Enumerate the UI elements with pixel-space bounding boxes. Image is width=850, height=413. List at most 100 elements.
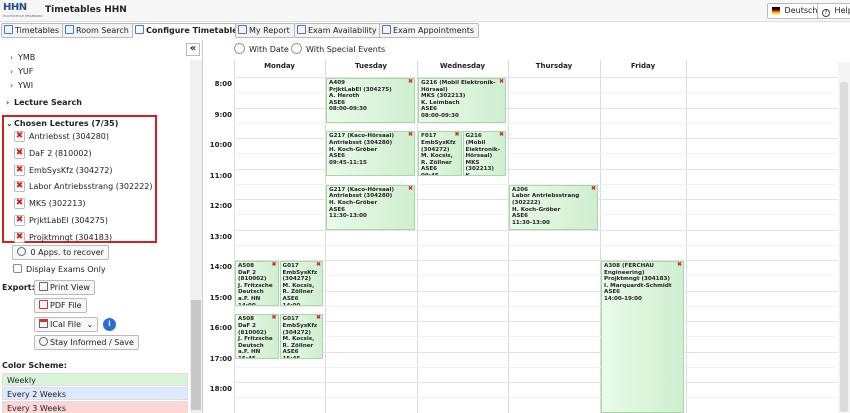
hour-label: 12:00 (209, 202, 232, 210)
timetable-event[interactable]: G017 EmbSysKfz (304272) M. Kocsis, R. Zö… (279, 261, 323, 306)
hour-label: 17:00 (209, 354, 232, 363)
timetable-event[interactable]: G017 EmbSysKfz (304272) M. Kocsis, R. Zö… (279, 314, 323, 360)
close-icon[interactable]: ✖ (408, 79, 413, 86)
remove-lecture-button[interactable]: ✖ (14, 215, 25, 226)
chosen-lectures-toggle[interactable]: ⌄Chosen Lectures (7/35) (6, 119, 118, 128)
close-icon[interactable]: ✖ (316, 315, 321, 322)
chosen-lecture-label: EmbSysKfz (304272) (29, 165, 113, 175)
radio-icon (291, 43, 302, 54)
hour-line (234, 382, 837, 383)
timetable-event[interactable]: A508 DaF 2 (810002) J. Fritzsche Deutsch… (235, 261, 279, 306)
stay-informed-label: Stay Informed / Save (50, 338, 134, 347)
half-hour-line (234, 244, 837, 246)
help-button[interactable]: ? Help (817, 3, 850, 19)
close-icon[interactable]: ✖ (454, 132, 459, 139)
search-icon (65, 25, 74, 34)
timetable-event[interactable]: G216 (Mobil Elektronik-Hörsaal) MKS (302… (418, 78, 506, 123)
remove-lecture-button[interactable]: ✖ (14, 181, 25, 193)
tab-my-report[interactable]: My Report (235, 23, 295, 38)
chosen-lecture-item: ✖ PrjktLabEl (304275) (14, 214, 108, 228)
day-divider (686, 60, 687, 413)
hour-line (234, 290, 837, 292)
timetable-event[interactable]: A206 Labor Antriebsstrang (302222) H. Ko… (509, 184, 598, 230)
remove-lecture-button[interactable]: ✖ (14, 147, 25, 159)
chosen-lecture-label: Antriebsst (304280) (29, 132, 109, 141)
event-text: G216 (Mobil Elektronik-Hörsaal) MKS (302… (421, 80, 496, 119)
ical-info-button[interactable]: i (103, 318, 116, 331)
day-divider (234, 60, 235, 413)
close-icon[interactable]: ✖ (499, 132, 504, 139)
pdf-file-button[interactable]: PDF File (34, 298, 87, 313)
print-view-button[interactable]: Print View (34, 280, 95, 295)
remove-lecture-button[interactable]: ✖ (14, 231, 25, 243)
collapse-sidebar-button[interactable]: « (186, 43, 200, 56)
with-date-toggle[interactable]: With Date (234, 43, 289, 54)
event-text: G216 (Mobil Elektronik-Hörsaal) MKS (302… (465, 133, 500, 177)
info-icon: i (108, 320, 111, 328)
day-header-monday: Monday (264, 62, 295, 70)
half-hour-line (234, 366, 837, 368)
timetable-event[interactable]: G216 (Mobil Elektronik-Hörsaal) MKS (302… (462, 131, 506, 177)
close-icon[interactable]: ✖ (271, 315, 276, 322)
with-special-events-toggle[interactable]: With Special Events (291, 43, 385, 54)
day-header-thursday: Thursday (535, 62, 573, 70)
lecture-search-label: Lecture Search (14, 98, 82, 107)
close-icon[interactable]: ✖ (591, 186, 596, 193)
close-icon[interactable]: ✖ (271, 262, 276, 269)
calendar-icon (4, 25, 13, 34)
close-icon[interactable]: ✖ (408, 186, 413, 193)
tab-exam-appointments[interactable]: Exam Appointments (379, 23, 480, 38)
remove-lecture-button[interactable]: ✖ (14, 131, 25, 142)
lecture-search-toggle[interactable]: › Lecture Search (6, 98, 82, 107)
flag-icon (772, 7, 780, 14)
timetable-grid: Monday Tuesday Wednesday Thursday Friday 8:00… (204, 60, 837, 413)
tab-configure-timetable[interactable]: Configure Timetable (132, 23, 243, 38)
print-icon (39, 282, 48, 291)
timetable-scroll-thumb[interactable] (840, 82, 848, 412)
tree-item-ywi[interactable]: › YWI (10, 81, 33, 90)
timetable-scrollbar[interactable] (838, 62, 850, 413)
tab-label: My Report (249, 26, 290, 35)
close-icon[interactable]: ✖ (408, 132, 413, 139)
ical-file-button[interactable]: ICal File ⌄ (34, 317, 99, 332)
subscribe-icon (39, 337, 48, 346)
hour-label: 18:00 (209, 385, 232, 393)
timetable-event[interactable]: G217 (Kaco-Hörsaal) Antriebsst (304280) … (326, 131, 415, 177)
hour-line (234, 107, 837, 109)
timetable-event[interactable]: A508 DaF 2 (810002) J. Fritzsche Deutsch… (235, 314, 279, 360)
timetable-event[interactable]: A308 (FERCHAU Engineering) Projktmngt (3… (601, 261, 684, 413)
hour-line (234, 321, 837, 322)
tree-item-yuf[interactable]: › YUF (10, 67, 33, 76)
hour-line (234, 77, 837, 78)
stay-informed-button[interactable]: Stay Informed / Save (34, 335, 139, 350)
tab-timetables[interactable]: Timetables (1, 23, 65, 38)
close-icon[interactable]: ✖ (499, 79, 504, 86)
hour-label: 11:00 (209, 171, 232, 180)
chosen-lecture-label: DaF 2 (810002) (29, 148, 92, 158)
remove-lecture-button[interactable]: ✖ (14, 164, 25, 176)
half-hour-line (234, 336, 837, 338)
display-exams-checkbox[interactable]: Display Exams Only (13, 264, 106, 274)
chosen-lecture-item: ✖ Antriebsst (304280) (14, 130, 109, 144)
timetable-event[interactable]: A409 PrjktLabEl (304275) A. Heroth ASE6 … (326, 78, 415, 123)
tab-room-search[interactable]: Room Search (62, 23, 134, 38)
hour-line (234, 229, 837, 231)
timetable-event[interactable]: G217 (Kaco-Hörsaal) Antriebsst (304280) … (326, 184, 415, 230)
close-icon[interactable]: ✖ (677, 262, 682, 269)
recover-button[interactable]: 0 Apps. to recover (12, 245, 109, 260)
pdf-icon (39, 300, 48, 309)
timetable-event[interactable]: F017 EmbSysKfz (304272) M. Kocsis, R. Zö… (418, 131, 462, 177)
tab-exam-availability[interactable]: Exam Availability (294, 23, 382, 38)
day-divider (508, 60, 509, 413)
help-label: Help (834, 6, 850, 15)
sidebar-scroll-thumb[interactable] (191, 300, 201, 410)
close-icon[interactable]: ✖ (316, 262, 321, 269)
event-text: G017 EmbSysKfz (304272) M. Kocsis, R. Zö… (282, 316, 318, 360)
tree-item-ymb[interactable]: › YMB (10, 53, 35, 62)
language-button[interactable]: Deutsch (767, 3, 823, 19)
chevron-down-icon: ⌄ (86, 320, 94, 329)
chosen-lecture-label: MKS (302213) (29, 199, 86, 209)
color-scheme-every-3-weeks: Every 3 Weeks (2, 401, 188, 413)
remove-lecture-button[interactable]: ✖ (14, 198, 25, 210)
sidebar-scrollbar[interactable] (190, 60, 202, 413)
